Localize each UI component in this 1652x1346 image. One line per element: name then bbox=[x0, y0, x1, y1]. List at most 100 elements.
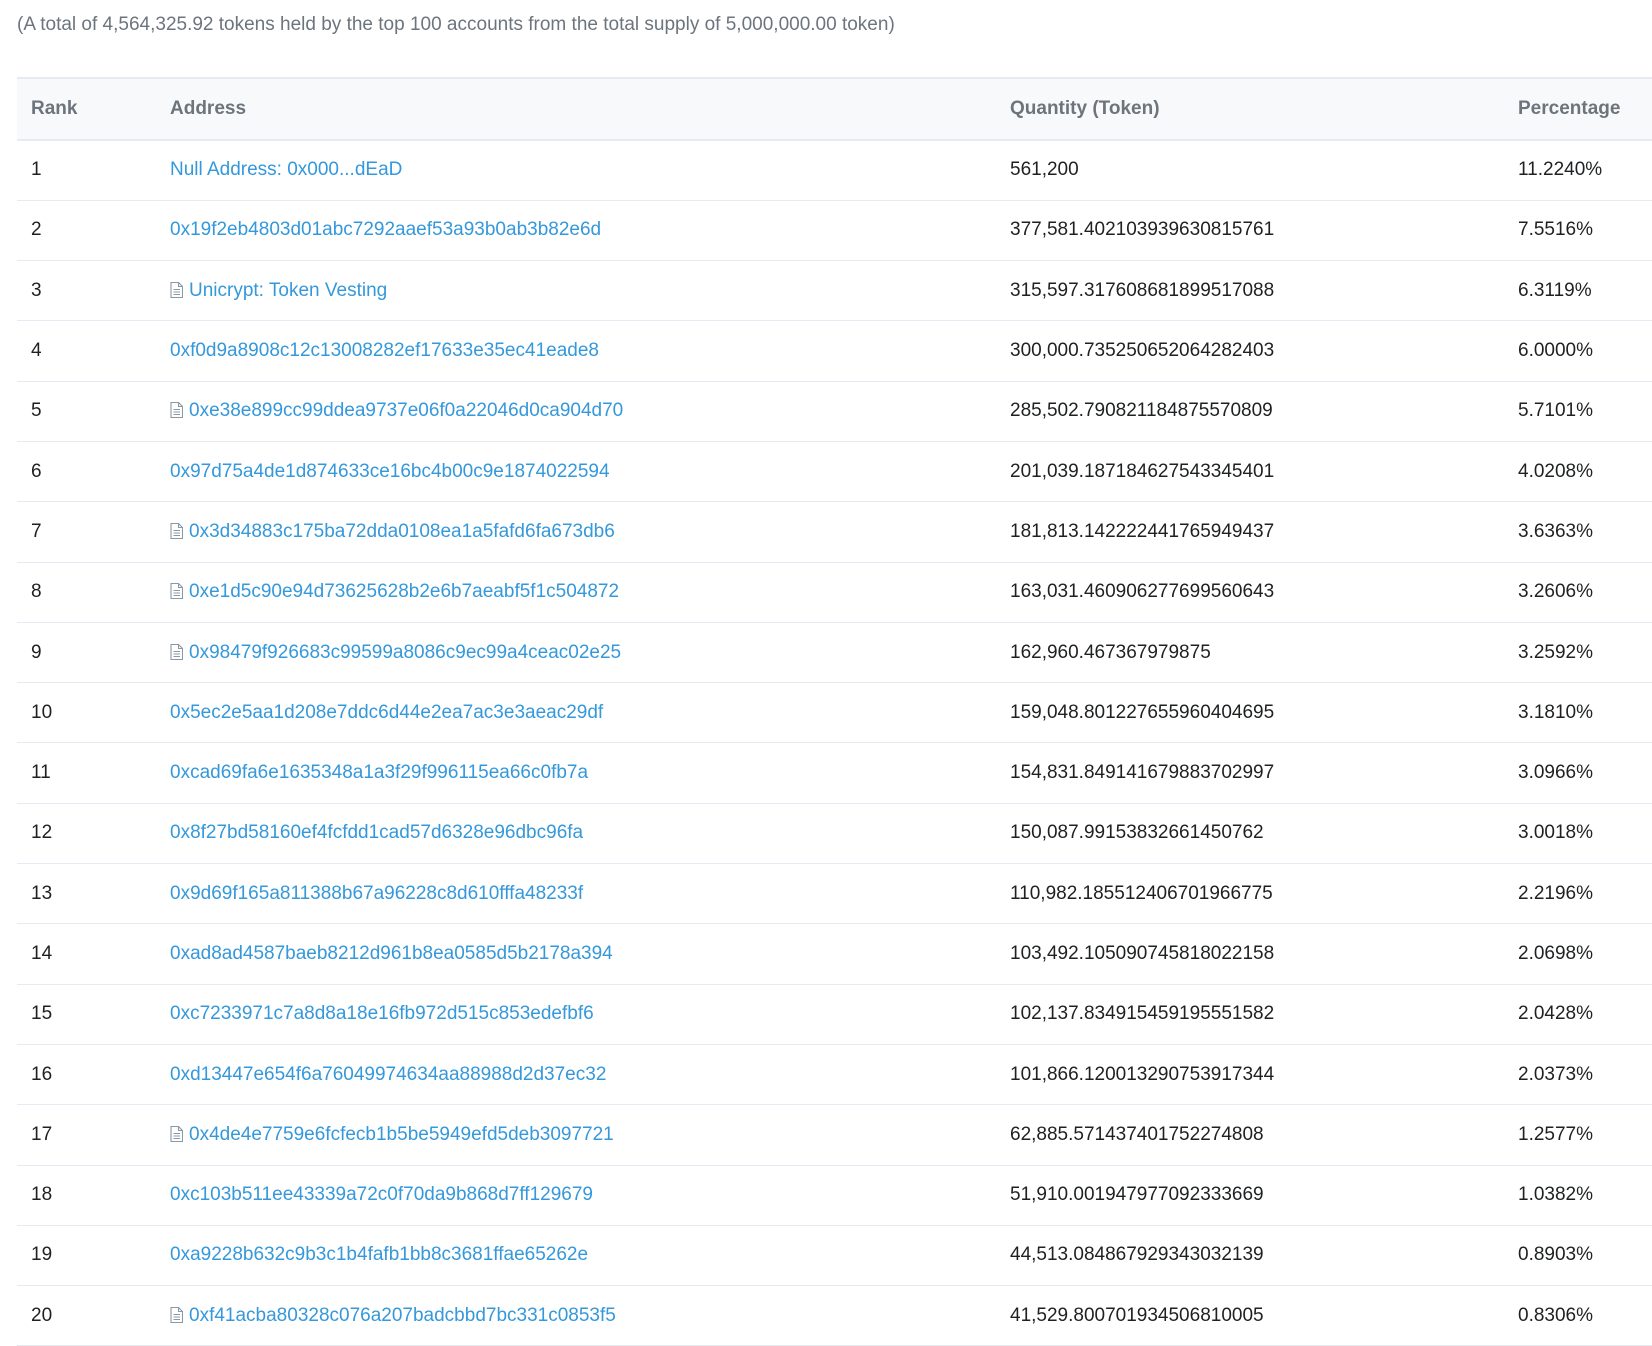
quantity-cell: 103,492.105090745818022158 bbox=[996, 923, 1504, 985]
holder-address-link[interactable]: 0xe1d5c90e94d73625628b2e6b7aeabf5f1c5048… bbox=[189, 581, 619, 602]
percentage-cell: 5.7101% bbox=[1504, 381, 1652, 442]
table-row: 4 0xf0d9a8908c12c13008282ef17633e35ec41ea… bbox=[17, 320, 1652, 382]
percentage-cell: 6.0000% bbox=[1504, 320, 1652, 382]
holder-address-link[interactable]: 0x8f27bd58160ef4fcfdd1cad57d6328e96dbc96… bbox=[170, 822, 583, 843]
quantity-cell: 101,866.120013290753917344 bbox=[996, 1044, 1504, 1106]
rank-cell: 11 bbox=[17, 742, 156, 804]
column-header-rank: Rank bbox=[17, 77, 156, 141]
percentage-cell: 6.3119% bbox=[1504, 260, 1652, 322]
rank-cell: 18 bbox=[17, 1165, 156, 1226]
address-cell: 0xf41acba80328c076a207badcbbd7bc331c0853… bbox=[156, 1285, 996, 1346]
address-cell: 0xad8ad4587baeb8212d961b8ea0585d5b2178a3… bbox=[156, 923, 996, 985]
rank-cell: 7 bbox=[17, 501, 156, 563]
rank-cell: 13 bbox=[17, 863, 156, 925]
table-row: 5 0xe38e899cc99ddea9737e06f0a22046d0ca904… bbox=[17, 381, 1652, 442]
percentage-cell: 2.2196% bbox=[1504, 863, 1652, 925]
holder-address-link[interactable]: 0x98479f926683c99599a8086c9ec99a4ceac02e… bbox=[189, 642, 621, 663]
address-cell: 0xc103b511ee43339a72c0f70da9b868d7ff1296… bbox=[156, 1165, 996, 1226]
rank-cell: 12 bbox=[17, 803, 156, 865]
holder-address-link[interactable]: Null Address: 0x000...dEaD bbox=[170, 159, 402, 180]
holder-address-link[interactable]: 0x5ec2e5aa1d208e7ddc6d44e2ea7ac3e3aeac29… bbox=[170, 702, 603, 723]
table-row: 6 0x97d75a4de1d874633ce16bc4b00c9e1874022… bbox=[17, 441, 1652, 503]
address-cell: 0xe1d5c90e94d73625628b2e6b7aeabf5f1c5048… bbox=[156, 562, 996, 623]
holder-address-link[interactable]: Unicrypt: Token Vesting bbox=[189, 280, 387, 301]
quantity-cell: 102,137.834915459195551582 bbox=[996, 984, 1504, 1045]
quantity-cell: 181,813.142222441765949437 bbox=[996, 501, 1504, 563]
percentage-cell: 3.2592% bbox=[1504, 622, 1652, 684]
quantity-cell: 44,513.084867929343032139 bbox=[996, 1225, 1504, 1287]
rank-cell: 6 bbox=[17, 441, 156, 503]
table-row: 17 0x4de4e7759e6fcfecb1b5be5949efd5deb309… bbox=[17, 1104, 1652, 1166]
holder-address-link[interactable]: 0xf41acba80328c076a207badcbbd7bc331c0853… bbox=[189, 1305, 616, 1326]
percentage-cell: 11.2240% bbox=[1504, 140, 1652, 201]
percentage-cell: 1.0382% bbox=[1504, 1165, 1652, 1226]
table-row: 19 0xa9228b632c9b3c1b4fafb1bb8c3681ffae65… bbox=[17, 1225, 1652, 1287]
contract-file-icon bbox=[170, 1125, 183, 1142]
holder-address-link[interactable]: 0xe38e899cc99ddea9737e06f0a22046d0ca904d… bbox=[189, 400, 623, 421]
address-cell: Unicrypt: Token Vesting bbox=[156, 260, 996, 322]
address-cell: 0xa9228b632c9b3c1b4fafb1bb8c3681ffae6526… bbox=[156, 1225, 996, 1287]
holder-address-link[interactable]: 0x3d34883c175ba72dda0108ea1a5fafd6fa673d… bbox=[189, 521, 615, 542]
quantity-cell: 201,039.187184627543345401 bbox=[996, 441, 1504, 503]
rank-cell: 9 bbox=[17, 622, 156, 684]
rank-cell: 10 bbox=[17, 682, 156, 744]
rank-cell: 19 bbox=[17, 1225, 156, 1287]
holder-address-link[interactable]: 0xa9228b632c9b3c1b4fafb1bb8c3681ffae6526… bbox=[170, 1244, 588, 1265]
address-cell: 0xf0d9a8908c12c13008282ef17633e35ec41ead… bbox=[156, 320, 996, 382]
holder-address-link[interactable]: 0xc7233971c7a8d8a18e16fb972d515c853edefb… bbox=[170, 1003, 594, 1024]
percentage-cell: 7.5516% bbox=[1504, 200, 1652, 262]
address-cell: Null Address: 0x000...dEaD bbox=[156, 140, 996, 201]
address-cell: 0x8f27bd58160ef4fcfdd1cad57d6328e96dbc96… bbox=[156, 803, 996, 865]
quantity-cell: 62,885.571437401752274808 bbox=[996, 1104, 1504, 1166]
column-header-percentage: Percentage bbox=[1504, 77, 1652, 141]
table-row: 7 0x3d34883c175ba72dda0108ea1a5fafd6fa673… bbox=[17, 501, 1652, 563]
table-header-row: Rank Address Quantity (Token) Percentage bbox=[17, 77, 1652, 141]
address-cell: 0xe38e899cc99ddea9737e06f0a22046d0ca904d… bbox=[156, 381, 996, 442]
table-row: 10 0x5ec2e5aa1d208e7ddc6d44e2ea7ac3e3aeac… bbox=[17, 682, 1652, 744]
quantity-cell: 162,960.467367979875 bbox=[996, 622, 1504, 684]
quantity-cell: 377,581.402103939630815761 bbox=[996, 200, 1504, 262]
rank-cell: 5 bbox=[17, 381, 156, 442]
rank-cell: 4 bbox=[17, 320, 156, 382]
table-row: 12 0x8f27bd58160ef4fcfdd1cad57d6328e96dbc… bbox=[17, 803, 1652, 865]
holder-address-link[interactable]: 0x97d75a4de1d874633ce16bc4b00c9e18740225… bbox=[170, 461, 610, 482]
contract-file-icon bbox=[170, 583, 183, 600]
holder-address-link[interactable]: 0xcad69fa6e1635348a1a3f29f996115ea66c0fb… bbox=[170, 762, 588, 783]
contract-file-icon bbox=[170, 522, 183, 539]
table-row: 13 0x9d69f165a811388b67a96228c8d610fffa48… bbox=[17, 863, 1652, 925]
quantity-cell: 159,048.801227655960404695 bbox=[996, 682, 1504, 744]
holder-address-link[interactable]: 0xd13447e654f6a76049974634aa88988d2d37ec… bbox=[170, 1064, 606, 1085]
address-cell: 0x9d69f165a811388b67a96228c8d610fffa4823… bbox=[156, 863, 996, 925]
column-header-quantity: Quantity (Token) bbox=[996, 77, 1504, 141]
table-row: 2 0x19f2eb4803d01abc7292aaef53a93b0ab3b82… bbox=[17, 200, 1652, 262]
rank-cell: 16 bbox=[17, 1044, 156, 1106]
rank-cell: 8 bbox=[17, 562, 156, 623]
table-row: 16 0xd13447e654f6a76049974634aa88988d2d37… bbox=[17, 1044, 1652, 1106]
percentage-cell: 0.8903% bbox=[1504, 1225, 1652, 1287]
table-row: 14 0xad8ad4587baeb8212d961b8ea0585d5b2178… bbox=[17, 923, 1652, 985]
quantity-cell: 285,502.790821184875570809 bbox=[996, 381, 1504, 442]
table-row: 15 0xc7233971c7a8d8a18e16fb972d515c853ede… bbox=[17, 984, 1652, 1045]
contract-file-icon bbox=[170, 643, 183, 660]
percentage-cell: 3.0018% bbox=[1504, 803, 1652, 865]
contract-file-icon bbox=[170, 402, 183, 419]
holder-address-link[interactable]: 0x4de4e7759e6fcfecb1b5be5949efd5deb30977… bbox=[189, 1124, 614, 1145]
holders-summary: (A total of 4,564,325.92 tokens held by … bbox=[17, 14, 895, 35]
address-cell: 0xc7233971c7a8d8a18e16fb972d515c853edefb… bbox=[156, 984, 996, 1045]
quantity-cell: 315,597.317608681899517088 bbox=[996, 260, 1504, 322]
holder-address-link[interactable]: 0xf0d9a8908c12c13008282ef17633e35ec41ead… bbox=[170, 340, 599, 361]
rank-cell: 17 bbox=[17, 1104, 156, 1166]
token-holders-table: Rank Address Quantity (Token) Percentage… bbox=[17, 77, 1652, 1346]
address-cell: 0x97d75a4de1d874633ce16bc4b00c9e18740225… bbox=[156, 441, 996, 503]
address-cell: 0x19f2eb4803d01abc7292aaef53a93b0ab3b82e… bbox=[156, 200, 996, 262]
holder-address-link[interactable]: 0xc103b511ee43339a72c0f70da9b868d7ff1296… bbox=[170, 1184, 593, 1205]
holder-address-link[interactable]: 0x19f2eb4803d01abc7292aaef53a93b0ab3b82e… bbox=[170, 219, 601, 240]
holder-address-link[interactable]: 0x9d69f165a811388b67a96228c8d610fffa4823… bbox=[170, 883, 583, 904]
percentage-cell: 1.2577% bbox=[1504, 1104, 1652, 1166]
address-cell: 0xcad69fa6e1635348a1a3f29f996115ea66c0fb… bbox=[156, 742, 996, 804]
percentage-cell: 3.2606% bbox=[1504, 562, 1652, 623]
percentage-cell: 2.0698% bbox=[1504, 923, 1652, 985]
holder-address-link[interactable]: 0xad8ad4587baeb8212d961b8ea0585d5b2178a3… bbox=[170, 943, 613, 964]
rank-cell: 2 bbox=[17, 200, 156, 262]
address-cell: 0x5ec2e5aa1d208e7ddc6d44e2ea7ac3e3aeac29… bbox=[156, 682, 996, 744]
